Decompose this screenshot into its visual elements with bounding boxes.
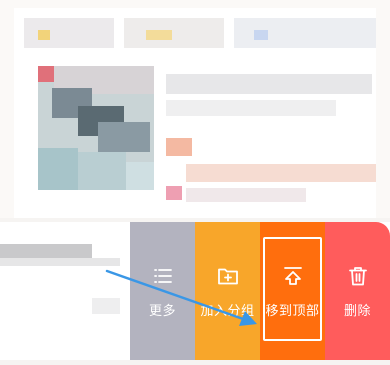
more-label: 更多	[148, 303, 176, 319]
more-button[interactable]: 更多	[130, 222, 195, 360]
obscured-text-line	[0, 244, 92, 258]
add-folder-icon	[217, 268, 238, 284]
obscured-text-line	[92, 298, 120, 314]
trash-icon	[348, 266, 367, 285]
delete-label: 删除	[343, 303, 371, 319]
obscured-text-line	[186, 188, 306, 202]
obscured-chip	[124, 18, 224, 48]
obscured-chip	[38, 30, 50, 40]
obscured-tag	[166, 186, 182, 200]
list-item-content	[0, 222, 130, 360]
card-body	[14, 8, 376, 218]
list-icon	[153, 268, 172, 283]
list-item-card[interactable]	[0, 0, 390, 218]
obscured-text-line	[166, 74, 372, 94]
obscured-text-line	[166, 100, 336, 116]
obscured-text-line	[186, 164, 376, 182]
thumbnail-image	[38, 66, 154, 190]
delete-button[interactable]: 删除	[325, 222, 390, 360]
obscured-chip	[254, 30, 268, 40]
highlight-frame	[263, 237, 322, 341]
move-to-top-button[interactable]: 移到顶部	[260, 222, 325, 360]
obscured-chip	[146, 30, 172, 40]
add-to-group-button[interactable]: 加入分组	[195, 222, 260, 360]
swipe-action-bar: 更多 加入分组 移到顶部 删除	[130, 222, 390, 360]
add-to-group-label: 加入分组	[200, 303, 255, 319]
obscured-text-line	[0, 258, 120, 266]
obscured-tag	[166, 138, 192, 156]
